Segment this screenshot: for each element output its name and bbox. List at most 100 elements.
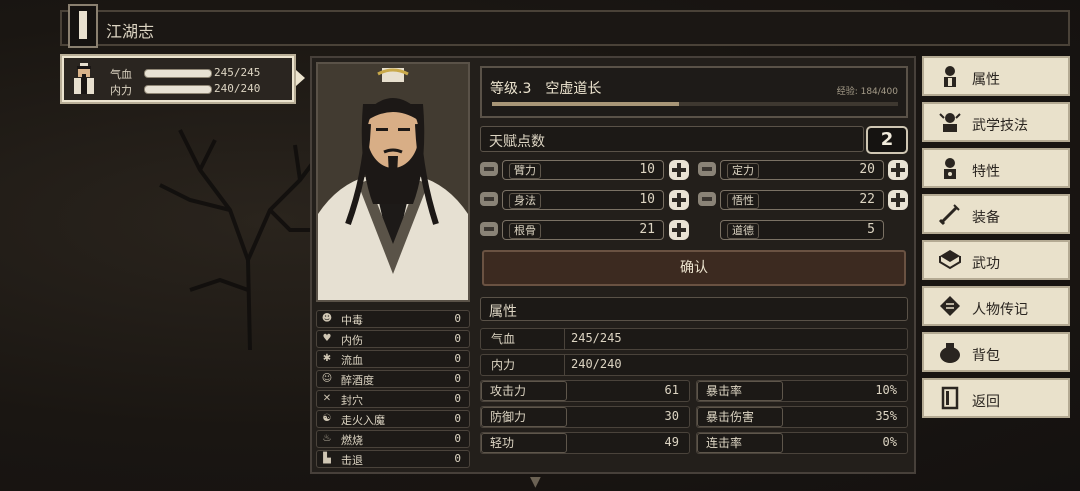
menu-label: 武学技法 — [972, 118, 1028, 134]
morality-attr: 道德 5 — [720, 220, 884, 240]
menu-attributes-button[interactable]: 属性 — [922, 56, 1070, 96]
menu-traits-button[interactable]: 特性 — [922, 148, 1070, 188]
menu-bag-button[interactable]: 背包 — [922, 332, 1070, 372]
attr-label: 身法 — [509, 193, 541, 209]
prop-lightness-row: 轻功 49 — [480, 432, 690, 454]
status-label: 燃烧 — [341, 434, 363, 447]
menu-equipment-button[interactable]: 装备 — [922, 194, 1070, 234]
exp-bar-fill — [492, 102, 679, 106]
strength-plus-button[interactable] — [669, 160, 689, 180]
bone-minus-button[interactable] — [480, 222, 498, 236]
hp-bar — [144, 69, 212, 78]
status-label: 内伤 — [341, 334, 363, 347]
hp-value: 245/245 — [214, 66, 261, 79]
knockback-icon: ▙ — [323, 453, 331, 464]
biography-icon — [940, 296, 960, 316]
strength-attr: 臂力 10 — [502, 160, 664, 180]
prop-value: 49 — [664, 435, 679, 449]
bone-attr: 根骨 21 — [502, 220, 664, 240]
strength-minus-button[interactable] — [480, 162, 498, 176]
status-row: ▙ 击退 0 — [316, 450, 470, 468]
prop-label: 防御力 — [481, 407, 567, 427]
prop-label: 暴击伤害 — [697, 407, 783, 427]
bag-icon — [940, 343, 960, 363]
attr-label: 根骨 — [509, 223, 541, 239]
menu-biography-button[interactable]: 人物传记 — [922, 286, 1070, 326]
status-row: ☻ 中毒 0 — [316, 310, 470, 328]
attr-value: 10 — [639, 162, 655, 177]
prop-value: 245/245 — [571, 331, 622, 345]
sword-icon — [938, 204, 960, 226]
attr-value: 20 — [859, 162, 875, 177]
character-selector[interactable]: 气血 245/245 内力 240/240 — [60, 54, 296, 104]
menu-label: 背包 — [972, 348, 1000, 364]
status-value: 0 — [454, 372, 461, 385]
status-label: 醉酒度 — [341, 374, 374, 387]
prop-value: 10% — [875, 383, 897, 397]
talent-label: 天赋点数 — [489, 134, 545, 150]
status-value: 0 — [454, 352, 461, 365]
status-row: ♨ 燃烧 0 — [316, 430, 470, 448]
status-label: 中毒 — [341, 314, 363, 327]
mp-label: 内力 — [110, 84, 132, 97]
prop-attack-row: 攻击力 61 — [480, 380, 690, 402]
prop-value: 61 — [664, 383, 679, 397]
status-label: 走火入魔 — [341, 414, 385, 427]
level-box: 等级.3 空虚道长 经验: 184/400 — [480, 66, 908, 118]
menu-label: 人物传记 — [972, 302, 1028, 318]
prop-value: 30 — [664, 409, 679, 423]
insight-plus-button[interactable] — [888, 190, 908, 210]
internal-injury-icon: ♥ — [322, 333, 332, 344]
confirm-button[interactable]: 确认 — [482, 250, 906, 286]
journal-book-icon[interactable] — [68, 4, 98, 48]
prop-label: 攻击力 — [481, 381, 567, 401]
prop-hp-row: 气血 245/245 — [480, 328, 908, 350]
talent-points-value: 2 — [866, 126, 908, 154]
scroll-down-chevron-icon[interactable]: ▼ — [530, 474, 541, 490]
prop-value: 240/240 — [571, 357, 622, 371]
menu-label: 特性 — [972, 164, 1000, 180]
focus-plus-button[interactable] — [888, 160, 908, 180]
selector-arrow-icon — [296, 70, 305, 86]
attr-label: 定力 — [727, 163, 759, 179]
focus-attr: 定力 20 — [720, 160, 884, 180]
bone-plus-button[interactable] — [669, 220, 689, 240]
status-row: ☺ 醉酒度 0 — [316, 370, 470, 388]
menu-back-button[interactable]: 返回 — [922, 378, 1070, 418]
hp-label: 气血 — [110, 68, 132, 81]
prop-label: 连击率 — [697, 433, 783, 453]
acupoint-sealed-icon: ✕ — [322, 393, 332, 404]
exp-text: 经验: 184/400 — [836, 87, 898, 97]
attr-value: 5 — [867, 222, 875, 237]
character-card: 气血 245/245 内力 240/240 — [64, 58, 292, 100]
status-label: 击退 — [341, 454, 363, 467]
menu-martial-arts-button[interactable]: 武学技法 — [922, 102, 1070, 142]
agility-plus-button[interactable] — [669, 190, 689, 210]
book-spine — [79, 11, 87, 39]
focus-minus-button[interactable] — [698, 162, 716, 176]
qi-deviation-icon: ☯ — [322, 413, 332, 424]
prop-mp-row: 内力 240/240 — [480, 354, 908, 376]
page-title: 江湖志 — [106, 22, 155, 41]
status-label: 封穴 — [341, 394, 363, 407]
prop-value: 0% — [882, 435, 897, 449]
attr-label: 臂力 — [509, 163, 541, 179]
character-portrait — [316, 62, 470, 302]
prop-combo-row: 连击率 0% — [696, 432, 908, 454]
menu-kungfu-button[interactable]: 武功 — [922, 240, 1070, 280]
prop-label: 气血 — [481, 329, 565, 349]
status-value: 0 — [454, 452, 461, 465]
poison-icon: ☻ — [321, 313, 333, 324]
prop-crit-rate-row: 暴击率 10% — [696, 380, 908, 402]
prop-label: 内力 — [481, 355, 565, 375]
mp-bar — [144, 85, 212, 94]
prop-crit-dmg-row: 暴击伤害 35% — [696, 406, 908, 428]
level-title: 等级.3 空虚道长 — [490, 81, 602, 97]
attr-value: 21 — [639, 222, 655, 237]
burning-icon: ♨ — [322, 433, 332, 444]
insight-minus-button[interactable] — [698, 192, 716, 206]
exp-bar — [492, 102, 898, 106]
prop-value: 35% — [875, 409, 897, 423]
attr-value: 10 — [639, 192, 655, 207]
agility-minus-button[interactable] — [480, 192, 498, 206]
